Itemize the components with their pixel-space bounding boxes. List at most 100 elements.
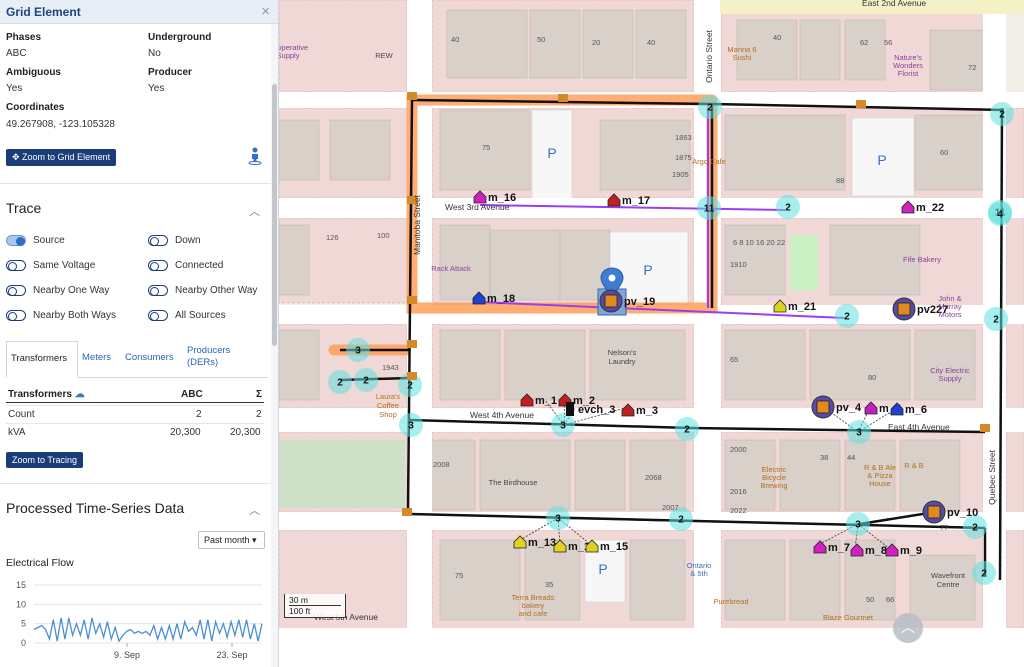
close-icon[interactable]: × xyxy=(261,3,270,20)
grid-map[interactable]: 21122112232233323223242 m_16m_17m_18pv_1… xyxy=(279,0,1024,667)
toggle-icon[interactable] xyxy=(148,235,168,246)
person-pin-icon[interactable] xyxy=(248,147,262,165)
table-header-label: Transformers ☁ xyxy=(8,389,85,400)
node-m-21[interactable]: m_21 xyxy=(773,299,816,313)
toggle-icon[interactable] xyxy=(6,285,26,296)
table-header-sum: Σ xyxy=(256,389,263,400)
svg-text:P: P xyxy=(877,152,886,168)
node-m-1[interactable]: m_1 xyxy=(520,393,557,407)
junction-hub-label: 3 xyxy=(555,514,561,525)
node-m-18[interactable]: m_18 xyxy=(472,291,515,305)
caret-down-icon: ▾ xyxy=(252,535,257,545)
panel-title: Grid Element xyxy=(6,5,81,19)
svg-text:Supply: Supply xyxy=(939,374,962,383)
node-m-8[interactable]: m_8 xyxy=(850,543,887,557)
junction-hub-label: 2 xyxy=(844,312,850,323)
chevron-up-icon[interactable]: ︿ xyxy=(249,502,260,518)
electrical-flow-series-line xyxy=(33,617,263,643)
trace-option-same-voltage[interactable]: Same Voltage xyxy=(6,260,95,271)
tab-consumers[interactable]: Consumers xyxy=(125,352,174,363)
trace-option-source[interactable]: Source xyxy=(6,235,65,246)
node-label: m_17 xyxy=(622,195,650,207)
tab-transformers[interactable]: Transformers xyxy=(6,341,78,378)
solar-panel-grid xyxy=(604,294,618,308)
info-icon: ☁ xyxy=(74,389,85,400)
svg-text:35: 35 xyxy=(545,580,553,589)
scrollbar-thumb[interactable] xyxy=(272,84,277,346)
node-label: m_6 xyxy=(905,404,927,416)
tab-producers[interactable]: Producers (DERs) xyxy=(187,345,230,369)
svg-text:80: 80 xyxy=(868,373,876,382)
trace-option-nearby-other-way[interactable]: Nearby Other Way xyxy=(148,285,257,296)
junction-hub-label: 3 xyxy=(560,421,566,432)
svg-text:Fife Bakery: Fife Bakery xyxy=(903,255,941,264)
zoom-to-grid-element-button[interactable]: ✥ Zoom to Grid Element xyxy=(6,149,117,166)
node-m-9[interactable]: m_9 xyxy=(885,543,922,557)
zoom-button-label: Zoom to Grid Element xyxy=(22,152,111,162)
svg-text:2008: 2008 xyxy=(433,460,450,469)
divider xyxy=(0,183,272,184)
toggle-icon[interactable] xyxy=(6,310,26,321)
svg-text:Florist: Florist xyxy=(898,69,919,78)
svg-text:P: P xyxy=(547,145,556,161)
street-label: Manitoba Street xyxy=(412,194,422,255)
svg-text:75: 75 xyxy=(482,143,490,152)
toggle-icon[interactable] xyxy=(6,260,26,271)
node-m-13[interactable]: m_13 xyxy=(513,535,556,549)
node-m-7[interactable]: m_7 xyxy=(813,540,850,554)
prop-label: Phases xyxy=(6,32,42,43)
tab-meters[interactable]: Meters xyxy=(82,352,111,363)
node-m-15[interactable]: m_15 xyxy=(585,539,628,553)
zoom-to-tracing-button[interactable]: Zoom to Tracing xyxy=(6,452,84,468)
node-m-22[interactable]: m_22 xyxy=(901,200,944,214)
time-range-select[interactable]: Past month ▾ xyxy=(198,531,265,549)
trace-option-label: Down xyxy=(175,235,201,246)
svg-text:Nelson's: Nelson's xyxy=(608,348,637,357)
trace-option-nearby-one-way[interactable]: Nearby One Way xyxy=(6,285,109,296)
trace-option-connected[interactable]: Connected xyxy=(148,260,223,271)
svg-text:Laura's: Laura's xyxy=(376,392,401,401)
trace-option-down[interactable]: Down xyxy=(148,235,201,246)
svg-text:38: 38 xyxy=(820,453,828,462)
svg-text:Sushi: Sushi xyxy=(733,53,752,62)
node-evch-3[interactable]: evch_3 xyxy=(566,402,615,416)
svg-text:88: 88 xyxy=(836,176,844,185)
crosshair-icon: ✥ xyxy=(12,152,23,162)
time-range-value: Past month xyxy=(204,535,250,545)
map-view[interactable]: 21122112232233323223242 m_16m_17m_18pv_1… xyxy=(279,0,1024,667)
svg-text:65: 65 xyxy=(730,355,738,364)
trace-option-label: Nearby One Way xyxy=(33,285,110,296)
scale-bar: 30 m 100 ft xyxy=(284,594,346,618)
node-label: m_7 xyxy=(828,542,850,554)
trace-option-nearby-both-ways[interactable]: Nearby Both Ways xyxy=(6,310,116,321)
electrical-flow-chart: 0 5 10 15 9. Sep 23. Sep xyxy=(16,580,263,660)
y-tick-label: 0 xyxy=(21,638,26,648)
toggle-icon[interactable] xyxy=(6,235,26,246)
node-m-3[interactable]: m_3 xyxy=(621,403,658,417)
svg-text:1875: 1875 xyxy=(675,153,692,162)
scrollbar[interactable] xyxy=(271,24,278,667)
y-tick-label: 10 xyxy=(16,599,26,609)
chevron-up-icon[interactable]: ︿ xyxy=(249,203,260,219)
junction-hub-label: 3 xyxy=(856,428,862,439)
toggle-icon[interactable] xyxy=(148,260,168,271)
y-tick-label: 5 xyxy=(21,619,26,629)
tab-producers-line2: (DERs) xyxy=(187,357,219,368)
prop-value: ABC xyxy=(6,48,27,59)
node-m-17[interactable]: m_17 xyxy=(607,193,650,207)
svg-text:100: 100 xyxy=(377,231,390,240)
street-label: Ontario Street xyxy=(704,29,714,83)
node-m-6[interactable]: m_6 xyxy=(890,402,927,416)
trace-option-all-sources[interactable]: All Sources xyxy=(148,310,226,321)
table-cell: kVA xyxy=(8,427,26,438)
prop-value: No xyxy=(148,48,161,59)
svg-text:66: 66 xyxy=(886,595,894,604)
solar-panel-grid xyxy=(897,302,911,316)
toggle-icon[interactable] xyxy=(148,310,168,321)
node-label: m_3 xyxy=(636,405,658,417)
trace-option-label: Connected xyxy=(175,260,224,271)
table-row: Count 2 2 xyxy=(6,405,264,422)
scroll-up-button[interactable]: ︿ xyxy=(893,613,923,643)
node-label: pv_10 xyxy=(947,507,978,519)
toggle-icon[interactable] xyxy=(148,285,168,296)
